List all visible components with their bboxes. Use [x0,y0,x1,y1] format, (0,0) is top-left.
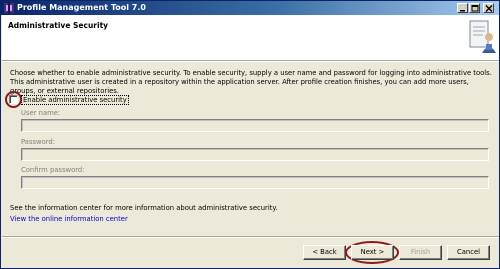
description-text: Choose whether to enable administrative … [10,69,492,95]
user-name-label: User name: [21,109,61,117]
info-center-link[interactable]: View the online information center [10,215,128,223]
enable-security-label[interactable]: Enable administrative security [21,95,129,105]
footer-divider [2,236,499,238]
maximize-button[interactable] [469,3,480,13]
maximize-icon [471,5,479,12]
back-button[interactable]: < Back [303,245,346,260]
info-center-text: See the information center for more info… [10,204,278,212]
finish-button[interactable]: Finish [399,245,442,260]
minimize-icon [460,10,465,12]
app-icon [4,3,14,13]
confirm-password-label: Confirm password: [21,166,85,174]
enable-security-checkbox[interactable] [9,95,18,104]
close-button[interactable] [483,3,494,13]
cancel-button[interactable]: Cancel [447,245,490,260]
password-field[interactable] [21,148,489,161]
close-icon [485,5,493,12]
user-name-field[interactable] [21,119,489,132]
document-user-icon [469,20,496,53]
window-title: Profile Management Tool 7.0 [17,3,146,12]
title-bar[interactable]: Profile Management Tool 7.0 [1,1,499,15]
confirm-password-field[interactable] [21,176,489,189]
page-title: Administrative Security [8,21,109,30]
header-band: Administrative Security [2,15,499,60]
minimize-button[interactable] [457,3,468,13]
password-label: Password: [21,138,56,146]
profile-management-window: Profile Management Tool 7.0 Administrati… [0,0,500,269]
header-divider [2,60,499,62]
next-button[interactable]: Next > [351,245,394,260]
